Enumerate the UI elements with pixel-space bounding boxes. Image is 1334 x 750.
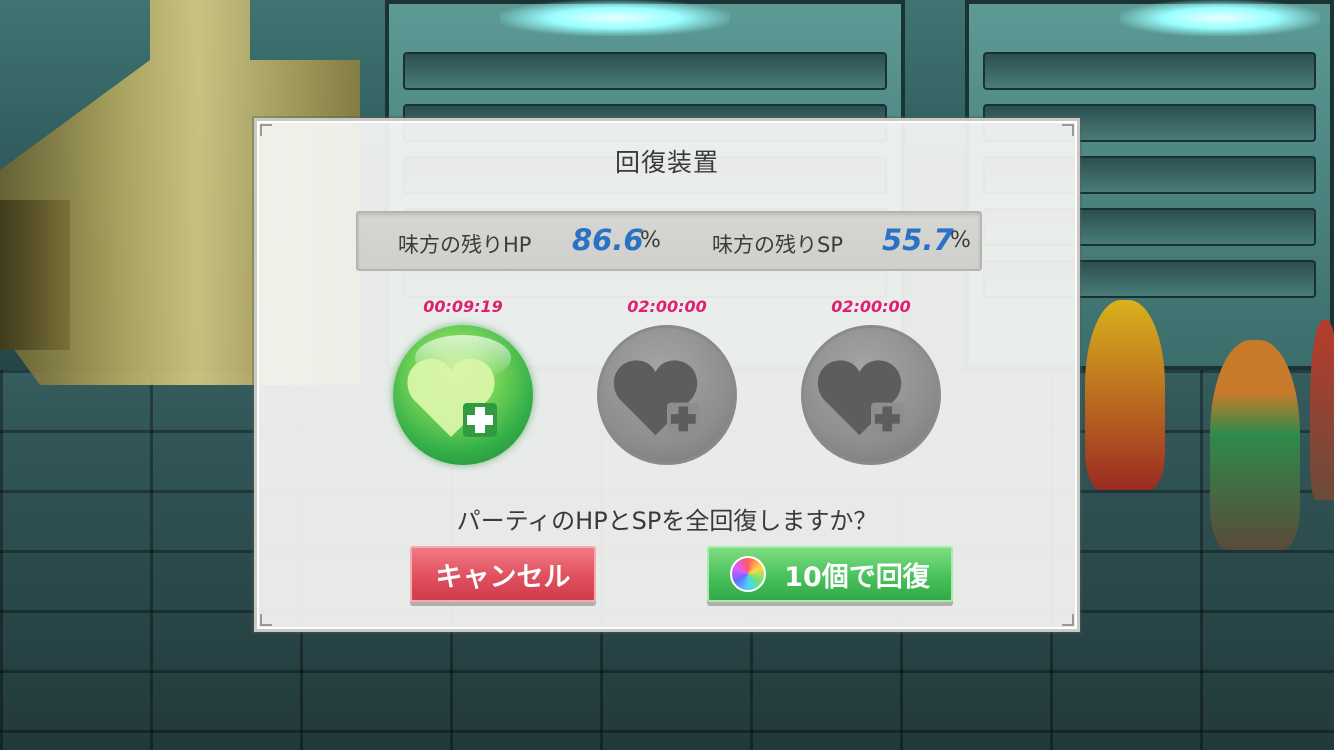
party-status-bar: 味方の残りHP 86.6 % 味方の残りSP 55.7 % [356, 211, 982, 271]
sp-value: 55.7 [882, 223, 954, 257]
heart-plus-icon [407, 358, 497, 437]
dialog-title: 回復装置 [614, 148, 719, 177]
dialog-corner [1062, 614, 1074, 626]
heart-plus-icon [613, 360, 700, 436]
recovery-device-1[interactable] [393, 325, 533, 465]
party-character [1310, 320, 1334, 500]
device-timer-2: 02:00:00 [627, 297, 707, 316]
party-character [1085, 300, 1165, 490]
cancel-button-label: キャンセル [435, 561, 571, 593]
sp-unit: % [950, 228, 971, 253]
heal-button-label: 10個で回復 [784, 561, 930, 593]
sp-label: 味方の残りSP [712, 233, 843, 257]
hp-value: 86.6 [572, 223, 644, 257]
device-timer-3: 02:00:00 [831, 297, 911, 316]
cancel-button[interactable]: キャンセル [410, 546, 596, 602]
gem-icon [730, 556, 767, 592]
confirm-question: パーティのHPとSPを全回復しますか？ [456, 507, 878, 535]
dialog-corner [260, 124, 272, 136]
hp-label: 味方の残りHP [398, 233, 532, 257]
heart-plus-icon [817, 360, 904, 436]
recovery-dialog: 回復装置 味方の残りHP 86.6 % 味方の残りSP 55.7 % 00:09… [254, 118, 1080, 632]
device-timer-1: 00:09:19 [423, 297, 503, 316]
party-character [1210, 340, 1300, 550]
recovery-device-2[interactable] [597, 325, 737, 465]
heal-button[interactable]: 10個で回復 [707, 546, 953, 602]
golden-pillar-base [0, 200, 70, 350]
hp-unit: % [640, 228, 661, 253]
dialog-corner [1062, 124, 1074, 136]
recovery-device-3[interactable] [801, 325, 941, 465]
dialog-corner [260, 614, 272, 626]
ceiling-light [1120, 0, 1320, 36]
ceiling-light [500, 0, 730, 36]
